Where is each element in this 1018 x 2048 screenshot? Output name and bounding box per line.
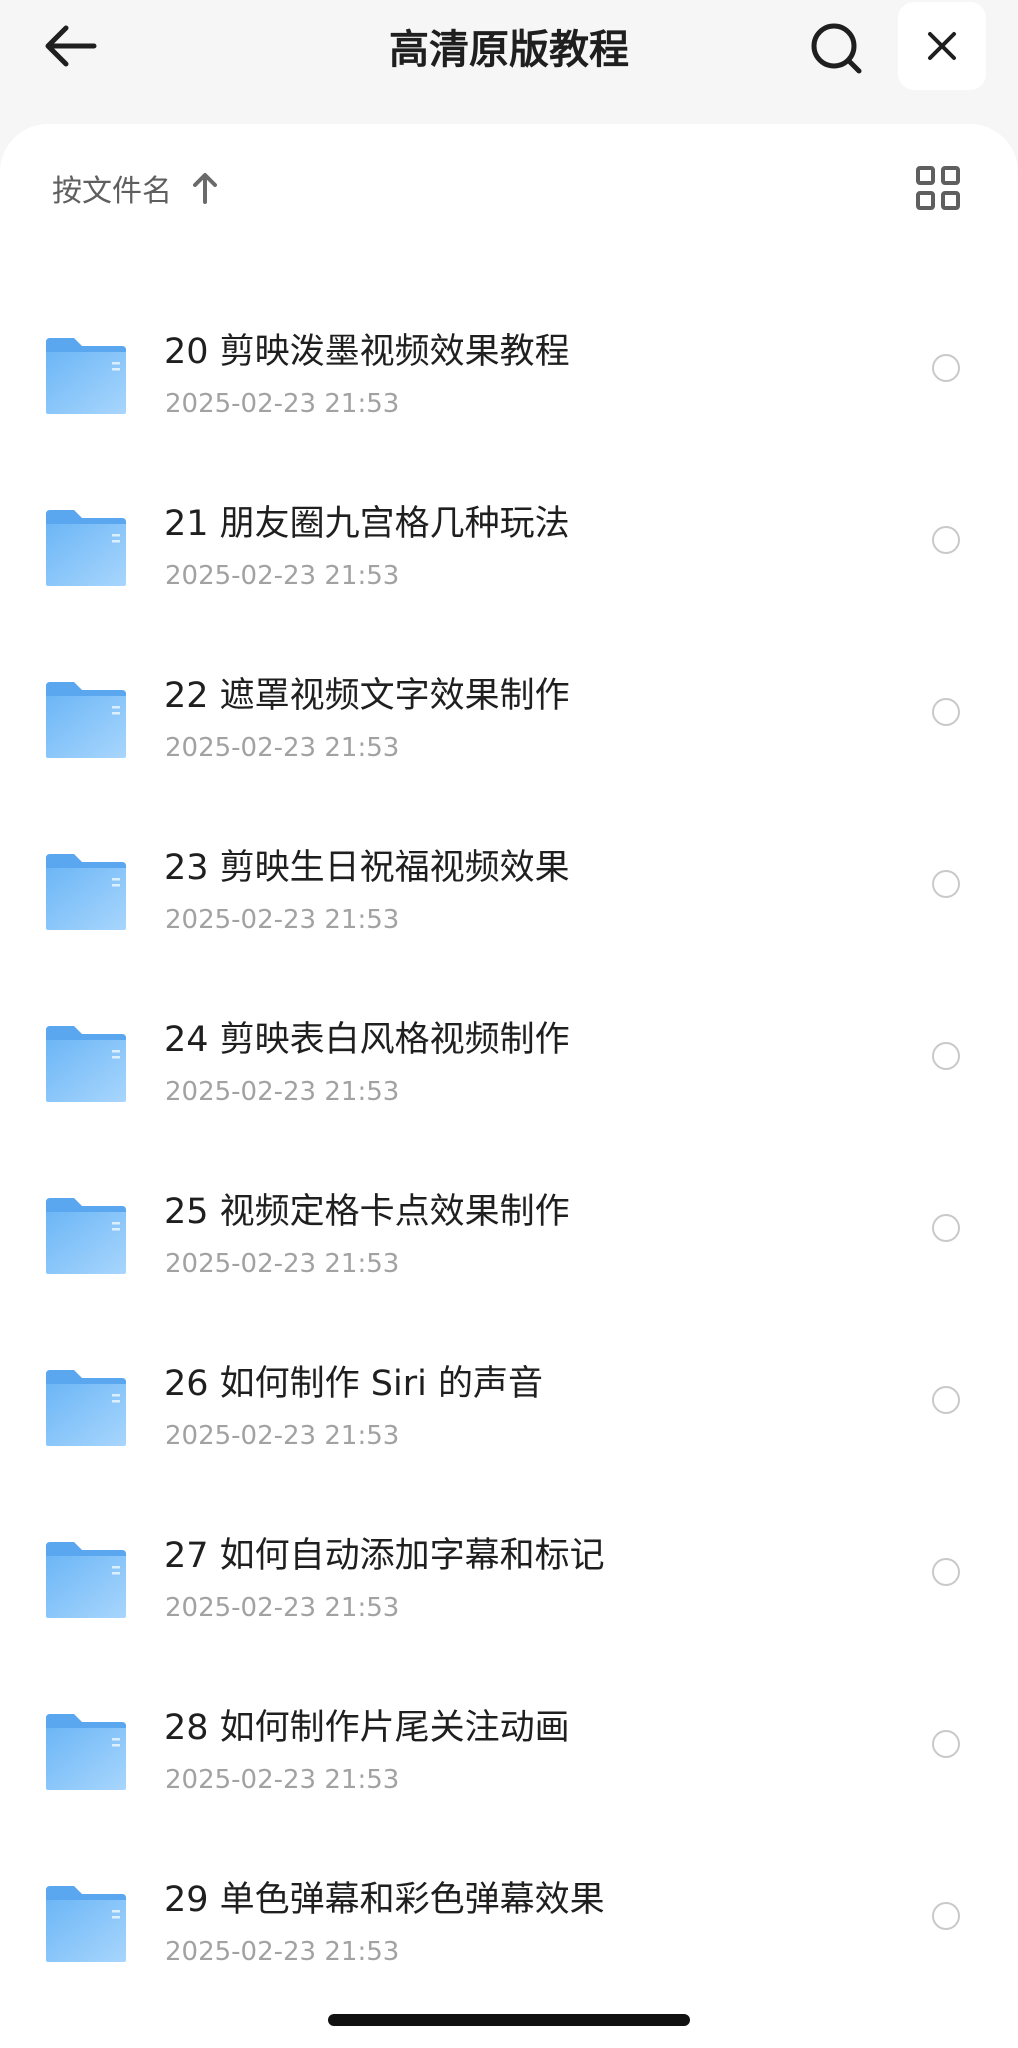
file-row[interactable]: 29 单色弹幕和彩色弹幕效果 2025-02-23 21:53 [0, 1862, 1018, 2034]
arrow-up-icon [193, 173, 217, 204]
file-name: 29 单色弹幕和彩色弹幕效果 [164, 1880, 605, 1920]
search-icon [811, 23, 862, 74]
close-button[interactable] [898, 2, 986, 90]
folder-icon [46, 682, 126, 758]
file-name: 26 如何制作 Siri 的声音 [164, 1364, 543, 1404]
select-radio[interactable] [932, 1214, 960, 1242]
select-radio[interactable] [932, 354, 960, 382]
select-radio[interactable] [932, 698, 960, 726]
grid-view-button[interactable] [912, 162, 964, 214]
file-row[interactable]: 26 如何制作 Siri 的声音 2025-02-23 21:53 [0, 1346, 1018, 1518]
file-name: 27 如何自动添加字幕和标记 [164, 1536, 605, 1576]
file-date: 2025-02-23 21:53 [165, 1937, 400, 1967]
select-radio[interactable] [932, 1558, 960, 1586]
folder-icon [46, 338, 126, 414]
back-button[interactable] [40, 18, 104, 82]
file-row[interactable]: 22 遮罩视频文字效果制作 2025-02-23 21:53 [0, 658, 1018, 830]
file-date: 2025-02-23 21:53 [165, 905, 400, 935]
sort-label: 按文件名 [52, 174, 172, 209]
file-row[interactable]: 21 朋友圈九宫格几种玩法 2025-02-23 21:53 [0, 486, 1018, 658]
file-date: 2025-02-23 21:53 [165, 1249, 400, 1279]
file-date: 2025-02-23 21:53 [165, 1077, 400, 1107]
select-radio[interactable] [932, 526, 960, 554]
file-name: 23 剪映生日祝福视频效果 [164, 848, 570, 888]
file-date: 2025-02-23 21:53 [165, 1593, 400, 1623]
file-name: 20 剪映泼墨视频效果教程 [164, 332, 570, 372]
select-radio[interactable] [932, 1902, 960, 1930]
file-row[interactable]: 24 剪映表白风格视频制作 2025-02-23 21:53 [0, 1002, 1018, 1174]
select-radio[interactable] [932, 870, 960, 898]
file-date: 2025-02-23 21:53 [165, 389, 400, 419]
folder-icon [46, 1542, 126, 1618]
folder-icon [46, 510, 126, 586]
file-list: 20 剪映泼墨视频效果教程 2025-02-23 21:53 21 朋友圈九宫格几种… [0, 314, 1018, 2034]
folder-icon [46, 1198, 126, 1274]
file-date: 2025-02-23 21:53 [165, 1421, 400, 1451]
close-icon [928, 32, 956, 60]
file-row[interactable]: 28 如何制作片尾关注动画 2025-02-23 21:53 [0, 1690, 1018, 1862]
file-date: 2025-02-23 21:53 [165, 1765, 400, 1795]
file-name: 25 视频定格卡点效果制作 [164, 1192, 570, 1232]
folder-icon [46, 854, 126, 930]
select-radio[interactable] [932, 1042, 960, 1070]
sort-control[interactable]: 按文件名 [52, 162, 220, 214]
folder-icon [46, 1026, 126, 1102]
arrow-left-icon [45, 25, 97, 67]
file-name: 22 遮罩视频文字效果制作 [164, 676, 570, 716]
file-date: 2025-02-23 21:53 [165, 561, 400, 591]
select-radio[interactable] [932, 1386, 960, 1414]
file-date: 2025-02-23 21:53 [165, 733, 400, 763]
file-name: 24 剪映表白风格视频制作 [164, 1020, 570, 1060]
folder-icon [46, 1886, 126, 1962]
folder-icon [46, 1714, 126, 1790]
file-row[interactable]: 20 剪映泼墨视频效果教程 2025-02-23 21:53 [0, 314, 1018, 486]
file-row[interactable]: 23 剪映生日祝福视频效果 2025-02-23 21:53 [0, 830, 1018, 1002]
file-panel: 按文件名 20 剪映泼墨视频效果教程 2025-02-23 21:53 21 朋友圈… [0, 124, 1018, 2048]
file-name: 21 朋友圈九宫格几种玩法 [164, 504, 570, 544]
folder-icon [46, 1370, 126, 1446]
search-button[interactable] [804, 16, 868, 80]
select-radio[interactable] [932, 1730, 960, 1758]
file-row[interactable]: 25 视频定格卡点效果制作 2025-02-23 21:53 [0, 1174, 1018, 1346]
file-row[interactable]: 27 如何自动添加字幕和标记 2025-02-23 21:53 [0, 1518, 1018, 1690]
file-name: 28 如何制作片尾关注动画 [164, 1708, 570, 1748]
home-indicator [328, 2014, 690, 2026]
grid-view-icon [916, 166, 960, 210]
top-bar: 高清原版教程 [0, 0, 1018, 124]
